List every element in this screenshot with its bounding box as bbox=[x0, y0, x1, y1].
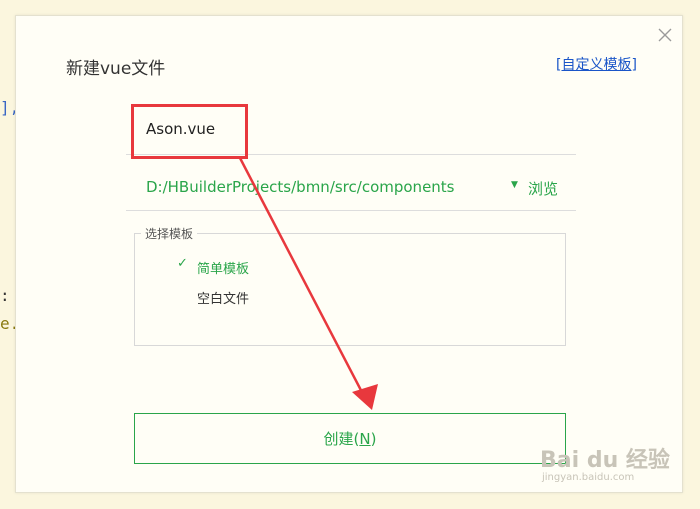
watermark-subtext: jingyan.baidu.com bbox=[542, 472, 635, 483]
baidu-watermark: Bai du 经验 jingyan.baidu.com bbox=[540, 442, 670, 483]
watermark-logo: Bai du 经验 bbox=[540, 448, 670, 473]
annotation-arrow bbox=[238, 157, 378, 410]
